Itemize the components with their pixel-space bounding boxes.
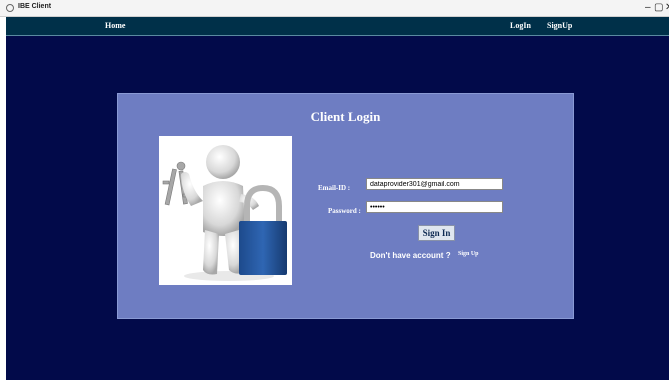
- user-with-keys-and-padlock-icon: [162, 145, 287, 281]
- password-label: Password :: [328, 207, 361, 215]
- maximize-button[interactable]: ▢: [654, 1, 663, 14]
- no-account-text: Don't have account ?: [370, 251, 451, 260]
- window-titlebar: IBE Client – ▢ ✕: [0, 0, 669, 17]
- app-icon: [6, 4, 14, 12]
- window-title: IBE Client: [18, 3, 52, 10]
- panel-title: Client Login: [310, 109, 381, 124]
- email-label: Email-ID :: [318, 184, 351, 192]
- nav-signup-link[interactable]: SignUp: [547, 21, 572, 30]
- close-button[interactable]: ✕: [665, 1, 669, 14]
- email-field[interactable]: [366, 178, 503, 190]
- password-field[interactable]: [366, 201, 503, 213]
- nav-login-link[interactable]: LogIn: [510, 21, 531, 30]
- nav-home-link[interactable]: Home: [105, 21, 125, 30]
- minimize-button[interactable]: –: [645, 1, 651, 14]
- login-panel: Client Login Email-ID: dataprovider301@…: [117, 93, 574, 319]
- nav-bar: Home LogIn SignUp: [6, 17, 669, 36]
- sign-in-button[interactable]: Sign In: [418, 225, 455, 241]
- login-illustration: [159, 136, 292, 285]
- sign-up-link[interactable]: Sign Up: [458, 251, 479, 257]
